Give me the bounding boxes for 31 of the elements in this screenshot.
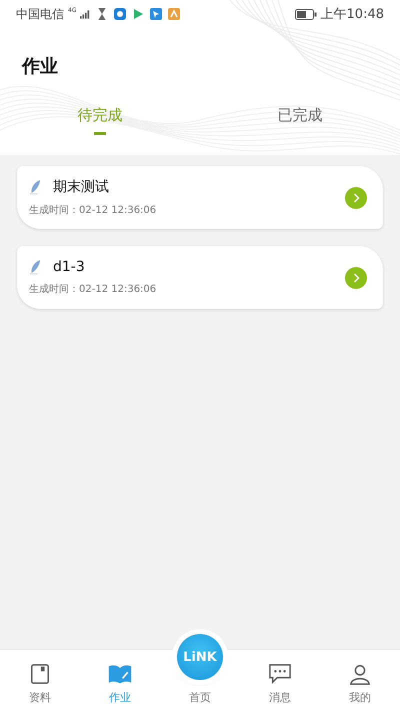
signal-icon [80,10,90,18]
assignment-title: 期末测试 [53,178,109,196]
feather-icon [29,259,41,275]
clock-time: 上午10:48 [320,6,384,23]
person-icon [348,663,372,685]
hourglass-icon [96,8,108,20]
feather-icon [29,179,41,195]
carrier-name: 中国电信 [16,6,64,22]
created-time: 生成时间：02-12 12:36:06 [29,282,158,296]
created-time: 生成时间：02-12 12:36:06 [29,204,158,217]
chevron-right-icon[interactable] [345,187,367,209]
assignment-card[interactable]: d1-3 生成时间：02-12 12:36:06 [17,246,383,309]
open-book-icon [108,663,132,685]
app-icon [168,8,180,20]
play-icon [132,8,144,20]
nav-item[interactable]: LiNK 首页 [160,629,240,705]
chat-icon [268,663,292,685]
book-icon [28,663,52,685]
nav-item[interactable]: 我的 [320,663,400,705]
app-icon [114,8,126,20]
nav-item[interactable]: 资料 [0,663,80,705]
nav-item[interactable]: 消息 [240,663,320,705]
page-title: 作业 [22,55,58,78]
chevron-right-icon[interactable] [345,267,367,289]
app-icon [150,8,162,20]
battery-icon [294,8,317,20]
link-logo: LiNK [177,634,223,680]
assignment-title: d1-3 [53,259,85,275]
nav-item[interactable]: 作业 [80,663,160,705]
assignment-card[interactable]: 期末测试 生成时间：02-12 12:36:06 [17,166,383,229]
tab[interactable]: 已完成 [200,106,400,135]
